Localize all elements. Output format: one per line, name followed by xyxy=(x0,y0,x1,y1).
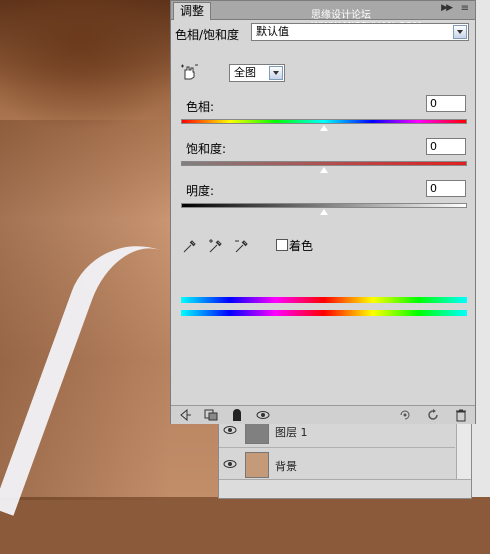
range-value: 全图 xyxy=(234,66,256,79)
previous-state-icon[interactable] xyxy=(397,408,413,422)
lightness-label: 明度: xyxy=(186,184,215,198)
hue-label: 色相: xyxy=(186,100,215,114)
range-select[interactable]: 全图 xyxy=(229,64,285,82)
clip-layer-icon[interactable] xyxy=(203,408,219,422)
chevron-down-icon[interactable] xyxy=(269,66,283,80)
adjustments-panel: 调整 思缘设计论坛 WWW.MISSYUAN.COM ▶▶ ≡ 色相/饱和度 默… xyxy=(170,0,476,424)
preset-select[interactable]: 默认值 xyxy=(251,23,469,41)
preset-value: 默认值 xyxy=(256,25,289,38)
saturation-input[interactable]: 0 xyxy=(426,138,466,155)
eye-icon[interactable] xyxy=(223,457,237,471)
mask-icon[interactable] xyxy=(229,408,245,422)
layers-footer xyxy=(219,479,471,498)
eye-icon[interactable] xyxy=(223,423,237,437)
lightness-slider-thumb[interactable] xyxy=(319,208,329,216)
lightness-input[interactable]: 0 xyxy=(426,180,466,197)
chevron-down-icon[interactable] xyxy=(453,25,467,39)
hue-input[interactable]: 0 xyxy=(426,95,466,112)
collapse-icon[interactable]: ▶▶ xyxy=(441,3,453,13)
adjustment-type-label: 色相/饱和度 xyxy=(175,28,240,42)
layer-name: 图层 1 xyxy=(275,426,308,439)
tab-bar: 调整 思缘设计论坛 WWW.MISSYUAN.COM ▶▶ ≡ xyxy=(171,1,475,32)
eyedropper-icon[interactable] xyxy=(181,237,199,255)
layer-thumbnail xyxy=(245,452,269,478)
eye-icon[interactable] xyxy=(255,408,271,422)
lightness-slider-track[interactable] xyxy=(181,203,467,208)
saturation-slider-thumb[interactable] xyxy=(319,166,329,174)
saturation-slider-track[interactable] xyxy=(181,161,467,166)
colorize-label: 着色 xyxy=(289,239,314,253)
reset-icon[interactable] xyxy=(425,408,441,422)
hand-adjust-icon[interactable] xyxy=(179,63,199,81)
hue-slider-thumb[interactable] xyxy=(319,124,329,132)
eyedropper-minus-icon[interactable] xyxy=(233,237,251,255)
input-color-spectrum xyxy=(181,297,467,303)
layer-name: 背景 xyxy=(275,460,297,473)
trash-icon[interactable] xyxy=(453,408,469,422)
panel-menu-icon[interactable]: ≡ xyxy=(461,3,469,14)
hue-slider-track[interactable] xyxy=(181,119,467,124)
layers-panel: 图层 1 背景 xyxy=(218,412,472,499)
output-color-spectrum xyxy=(181,310,467,316)
saturation-label: 饱和度: xyxy=(186,142,227,156)
colorize-checkbox[interactable] xyxy=(276,239,288,251)
layer-row-2[interactable]: 背景 xyxy=(219,449,455,482)
tab-adjustments[interactable]: 调整 xyxy=(173,2,212,20)
panel-bottom-bar xyxy=(171,405,475,424)
eyedropper-plus-icon[interactable] xyxy=(207,237,225,255)
back-arrow-icon[interactable] xyxy=(177,408,193,422)
